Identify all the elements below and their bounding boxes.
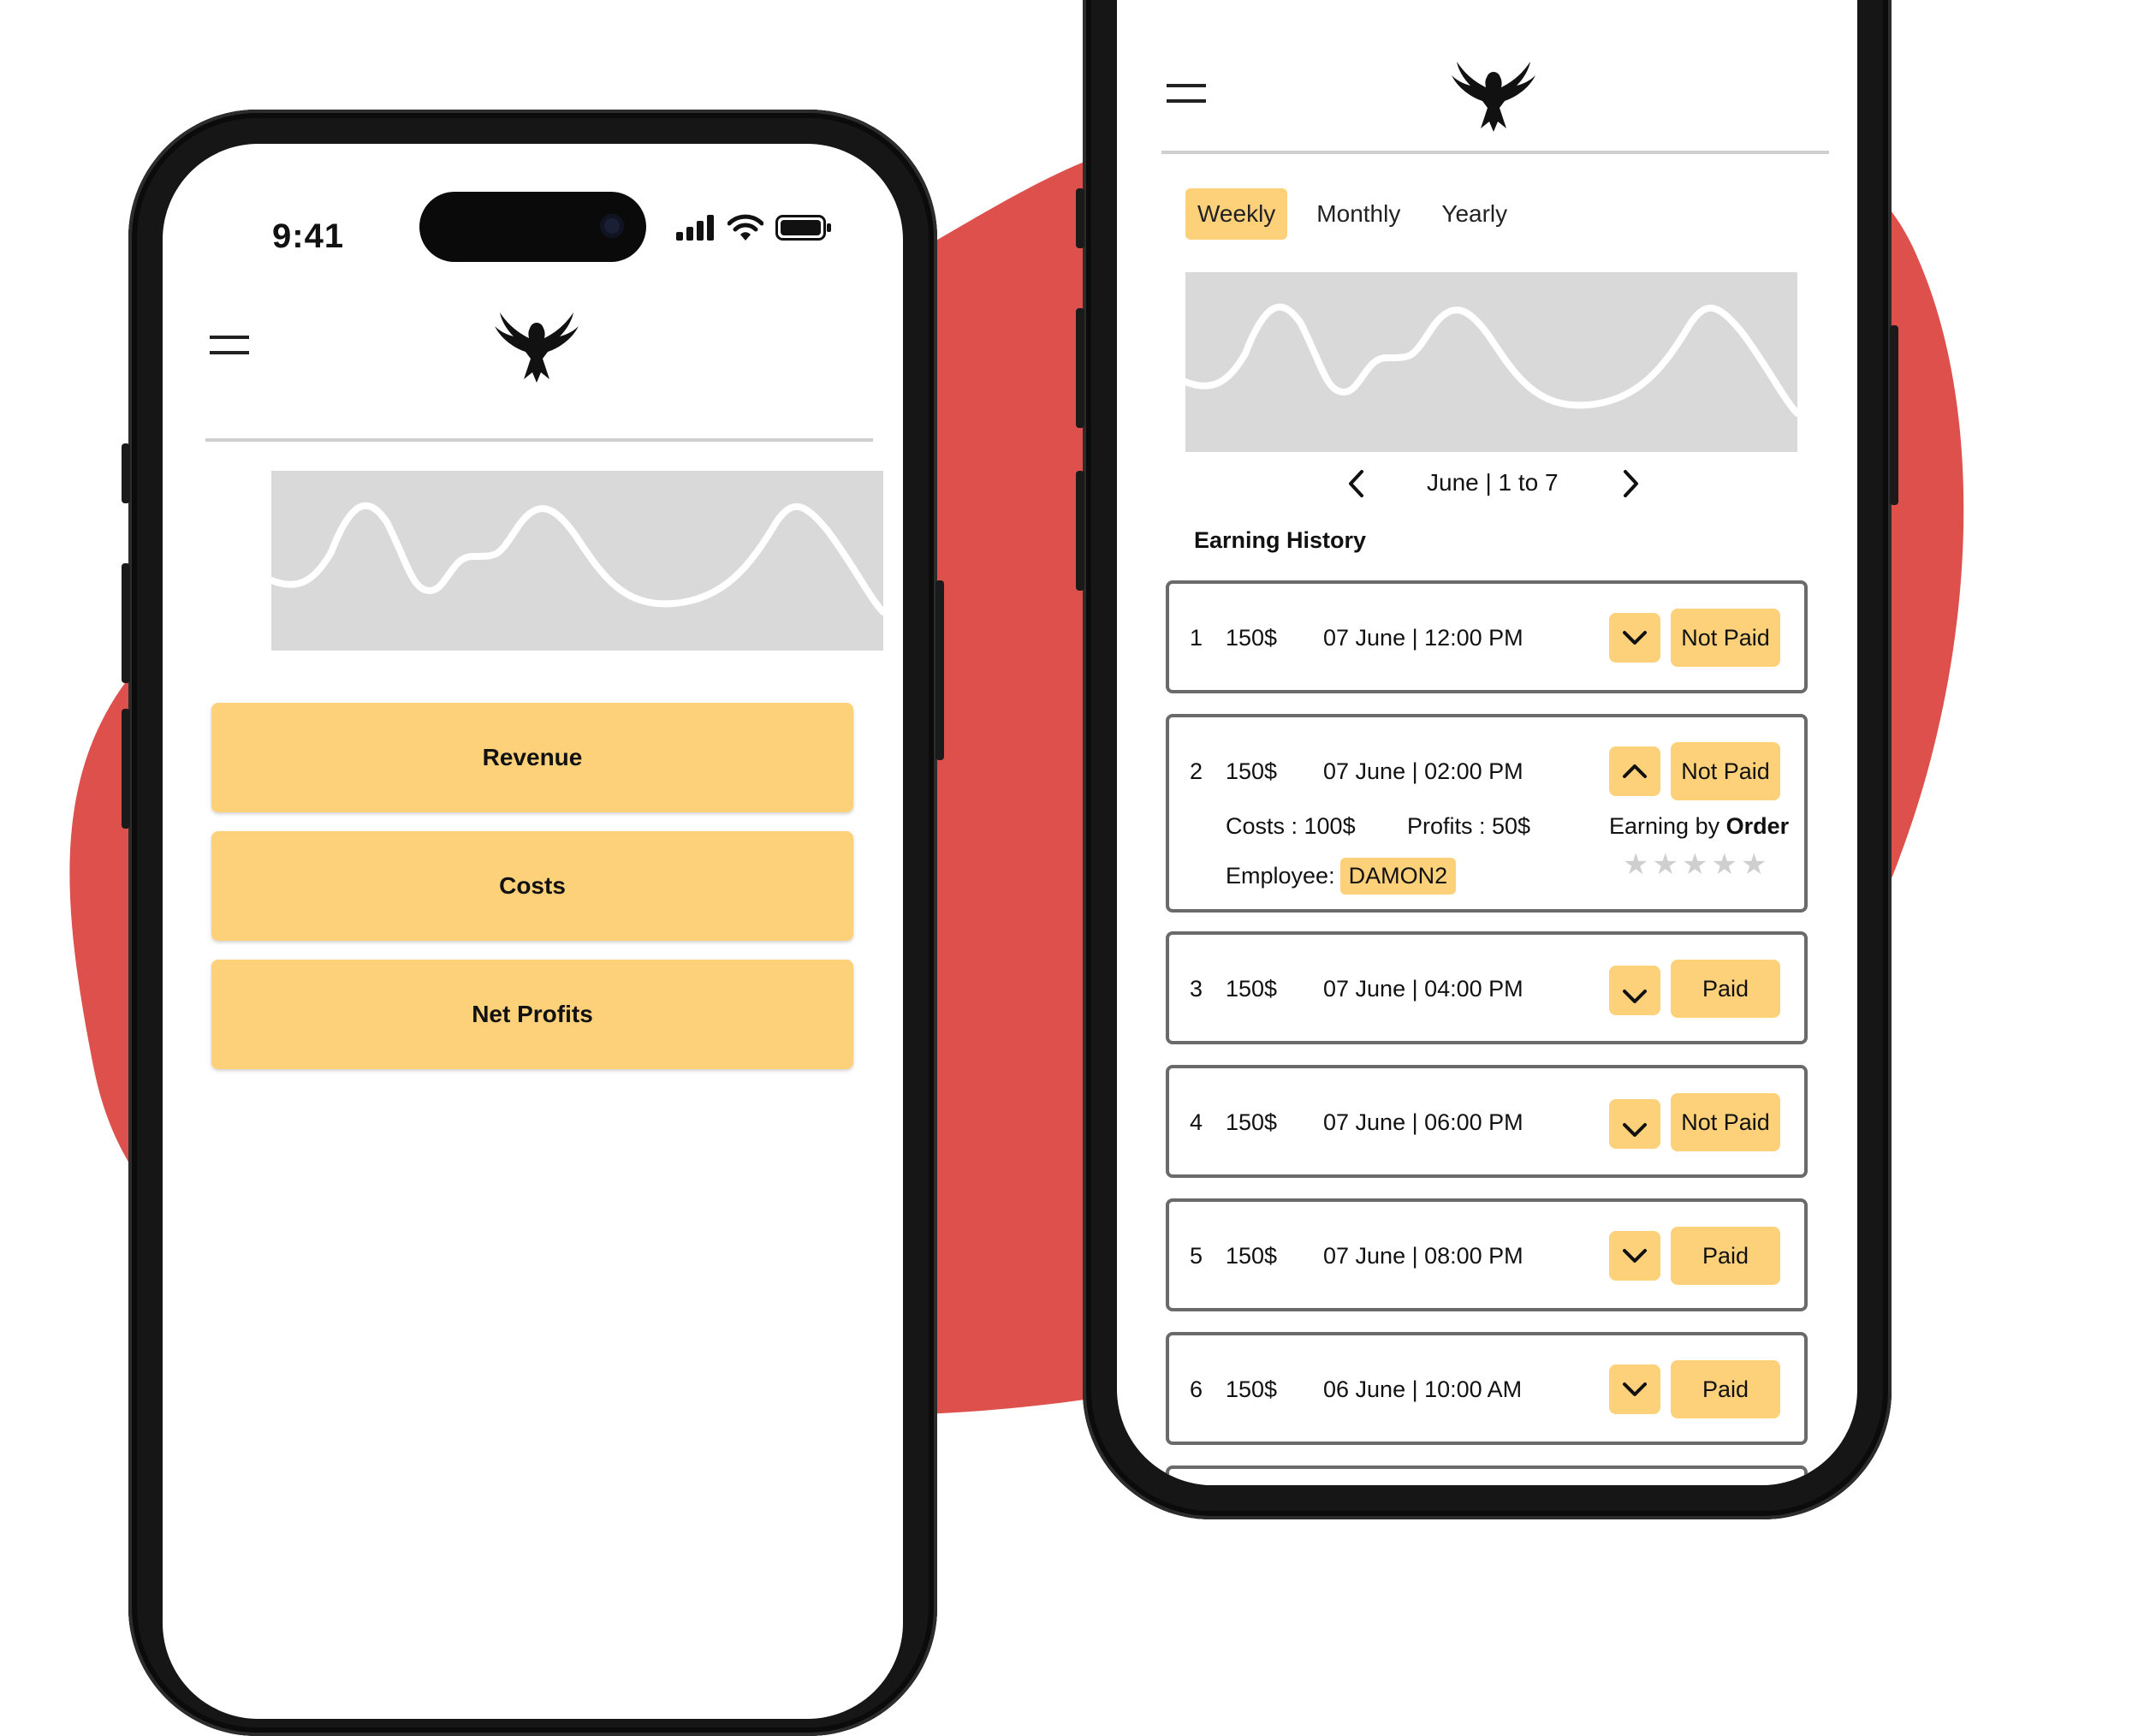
revenue-button[interactable]: Revenue: [211, 703, 853, 812]
star-icon[interactable]: ★: [1682, 848, 1711, 881]
dynamic-island: [419, 192, 646, 262]
star-icon[interactable]: ★: [1711, 848, 1740, 881]
expand-button[interactable]: [1609, 1364, 1660, 1414]
row-amount: 150$: [1226, 758, 1278, 784]
row-index: 5: [1190, 1243, 1203, 1269]
star-icon[interactable]: ★: [1741, 848, 1770, 881]
status-button[interactable]: Not Paid: [1671, 609, 1780, 667]
status-button[interactable]: Not Paid: [1671, 1093, 1780, 1151]
employee-label: Employee:: [1226, 863, 1335, 889]
employee-row: Employee: DAMON2: [1226, 858, 1457, 895]
row-index: 6: [1190, 1376, 1203, 1402]
row-amount: 150$: [1226, 625, 1278, 651]
expand-button[interactable]: [1609, 1231, 1660, 1281]
status-time: 9:41: [272, 217, 345, 255]
row-datetime: 07 June | 12:00 PM: [1323, 625, 1523, 651]
eagle-logo: [495, 312, 579, 383]
row-datetime: 07 June | 04:00 PM: [1323, 976, 1523, 1002]
chevron-down-icon: [1623, 1123, 1647, 1137]
tab-weekly[interactable]: Weekly: [1185, 188, 1288, 240]
left-phone-screen: 9:41 Revenue Costs Net Profits: [163, 144, 903, 1719]
row-index: 4: [1190, 1109, 1203, 1135]
status-button[interactable]: Paid: [1671, 960, 1780, 1018]
chart-line: [1185, 303, 1797, 417]
earning-row[interactable]: [1166, 1465, 1808, 1485]
row-datetime: 07 June | 02:00 PM: [1323, 758, 1523, 784]
costs-label: Costs : 100$: [1226, 813, 1356, 839]
net-profits-button[interactable]: Net Profits: [211, 960, 853, 1069]
wifi-icon: [728, 214, 763, 241]
tab-monthly[interactable]: Monthly: [1304, 188, 1412, 240]
row-index: 3: [1190, 976, 1203, 1002]
status-button[interactable]: Paid: [1671, 1227, 1780, 1285]
volume-up-button: [1076, 308, 1084, 428]
row-amount: 150$: [1226, 976, 1278, 1002]
row-index: 2: [1190, 758, 1203, 784]
earning-row[interactable]: 5 150$ 07 June | 08:00 PM Paid: [1166, 1198, 1808, 1311]
expand-button[interactable]: [1609, 966, 1660, 1015]
rating-stars[interactable]: ★★★★★: [1623, 847, 1770, 882]
costs-button[interactable]: Costs: [211, 831, 853, 941]
status-icons: [676, 214, 832, 241]
employee-tag[interactable]: DAMON2: [1339, 858, 1457, 895]
chevron-down-icon: [1623, 631, 1647, 645]
period-label: June | 1 to 7: [1427, 469, 1559, 496]
chevron-down-icon: [1623, 1382, 1647, 1396]
collapse-button[interactable]: [1609, 746, 1660, 796]
period-tabs: Weekly Monthly Yearly: [1185, 188, 1519, 240]
chevron-left-icon[interactable]: [1346, 469, 1365, 498]
camera-icon: [600, 214, 624, 238]
earnings-chart: [271, 471, 883, 651]
volume-down-button: [1076, 471, 1084, 591]
row-datetime: 06 June | 10:00 AM: [1323, 1376, 1523, 1402]
row-datetime: 07 June | 06:00 PM: [1323, 1109, 1523, 1135]
action-button: [1076, 188, 1084, 248]
chevron-down-icon: [1623, 990, 1647, 1003]
chevron-down-icon: [1623, 1249, 1647, 1263]
battery-icon: [775, 215, 831, 241]
earning-by-label: Earning by Order: [1609, 813, 1789, 840]
power-button: [935, 580, 944, 760]
tab-yearly[interactable]: Yearly: [1429, 188, 1519, 240]
profits-label: Profits : 50$: [1407, 813, 1531, 839]
chart-line: [271, 502, 883, 615]
power-button: [1890, 325, 1898, 505]
volume-up-button: [122, 563, 130, 683]
status-button[interactable]: Paid: [1671, 1360, 1780, 1418]
header-divider: [205, 438, 873, 442]
action-button: [122, 443, 130, 503]
volume-down-button: [122, 709, 130, 829]
earning-row[interactable]: 6 150$ 06 June | 10:00 AM Paid: [1166, 1332, 1808, 1445]
section-title: Earning History: [1194, 527, 1367, 553]
row-index: 1: [1190, 625, 1203, 651]
earning-row[interactable]: 4 150$ 07 June | 06:00 PM Not Paid: [1166, 1065, 1808, 1178]
status-button[interactable]: Not Paid: [1671, 742, 1780, 800]
earning-row[interactable]: 3 150$ 07 June | 04:00 PM Paid: [1166, 931, 1808, 1044]
star-icon[interactable]: ★: [1652, 848, 1681, 881]
earning-by-text: Earning by: [1609, 813, 1720, 839]
expand-button[interactable]: [1609, 1099, 1660, 1149]
chevron-up-icon: [1623, 764, 1647, 778]
earnings-chart: [1185, 272, 1797, 452]
eagle-logo: [1452, 62, 1535, 132]
star-icon[interactable]: ★: [1623, 848, 1652, 881]
right-phone-screen: Weekly Monthly Yearly June | 1 to 7 Earn…: [1117, 0, 1857, 1485]
left-phone-frame: 9:41 Revenue Costs Net Profits: [122, 110, 944, 1736]
right-phone-frame: Weekly Monthly Yearly June | 1 to 7 Earn…: [1076, 0, 1898, 1519]
header-divider: [1161, 151, 1829, 154]
earning-row[interactable]: 2 150$ 07 June | 02:00 PM Not Paid Costs…: [1166, 714, 1808, 913]
hamburger-menu-icon[interactable]: [210, 336, 249, 354]
cellular-signal-icon: [676, 215, 714, 241]
earning-row[interactable]: 1 150$ 07 June | 12:00 PM Not Paid: [1166, 580, 1808, 693]
row-amount: 150$: [1226, 1376, 1278, 1402]
row-datetime: 07 June | 08:00 PM: [1323, 1243, 1523, 1269]
hamburger-menu-icon[interactable]: [1167, 84, 1206, 103]
row-amount: 150$: [1226, 1109, 1278, 1135]
expand-button[interactable]: [1609, 613, 1660, 663]
row-amount: 150$: [1226, 1243, 1278, 1269]
chevron-right-icon[interactable]: [1622, 469, 1641, 498]
earning-by-value: Order: [1725, 813, 1790, 839]
